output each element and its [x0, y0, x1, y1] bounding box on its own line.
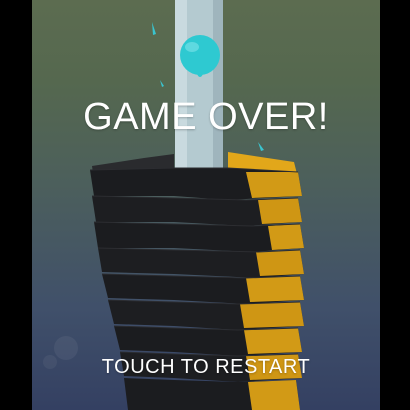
center-pole	[175, 0, 223, 178]
tower-layer	[98, 248, 304, 278]
tower-layer	[92, 196, 302, 226]
tower-layer	[94, 222, 304, 252]
tower-layer	[114, 326, 302, 356]
tower-layer	[90, 168, 302, 200]
tower-layer	[108, 300, 304, 330]
game-viewport[interactable]: GAME OVER! TOUCH TO RESTART	[32, 0, 380, 410]
tower-layer	[102, 274, 304, 304]
game-over-title: GAME OVER!	[83, 96, 329, 138]
game-scene	[43, 0, 304, 410]
tower-layer	[124, 378, 300, 410]
restart-prompt[interactable]: TOUCH TO RESTART	[32, 356, 380, 379]
